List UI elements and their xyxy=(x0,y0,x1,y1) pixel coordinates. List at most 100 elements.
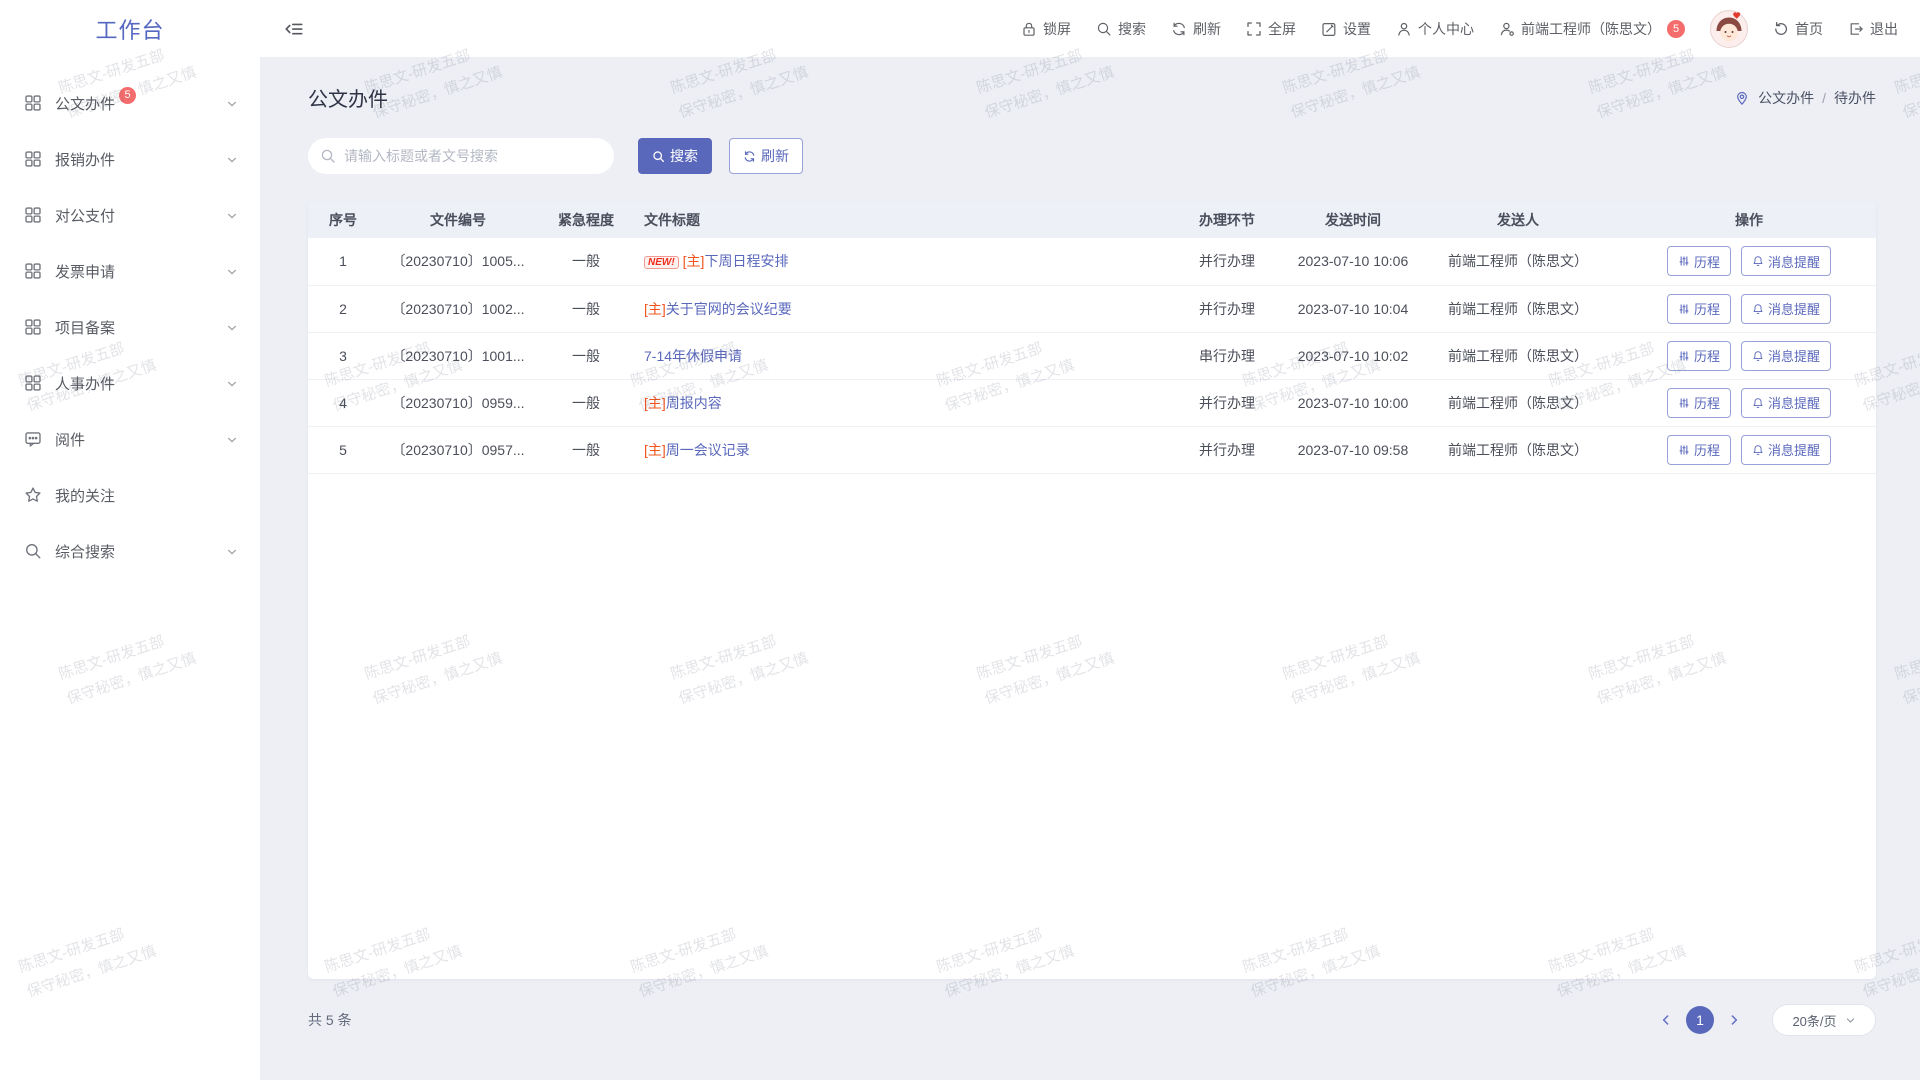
history-button[interactable]: 历程 xyxy=(1667,435,1731,465)
breadcrumb-root[interactable]: 公文办件 xyxy=(1758,88,1814,108)
refresh-button-label: 刷新 xyxy=(761,146,789,166)
col-sender: 发送人 xyxy=(1414,201,1622,238)
star-icon xyxy=(24,486,42,504)
pagination: 1 20条/页 xyxy=(1654,1004,1876,1036)
sidebar-item-zonghe-sousuo[interactable]: 综合搜索 xyxy=(0,523,260,579)
sidebar-item-xiangmu-beian[interactable]: 项目备案 xyxy=(0,299,260,355)
notify-button[interactable]: 消息提醒 xyxy=(1741,246,1831,276)
sidebar-item-yuejian[interactable]: 阅件 xyxy=(0,411,260,467)
history-button[interactable]: 历程 xyxy=(1667,388,1731,418)
document-title-link[interactable]: 周一会议记录 xyxy=(666,442,750,458)
sidebar-item-duigong-zhifu[interactable]: 对公支付 xyxy=(0,187,260,243)
sliders-icon xyxy=(1678,397,1690,409)
home-button[interactable]: 首页 xyxy=(1773,19,1823,39)
location-pin-icon xyxy=(1734,90,1750,106)
history-button[interactable]: 历程 xyxy=(1667,341,1731,371)
table-row: 2 〔20230710〕1002... 一般 [主]关于官网的会议纪要 并行办理… xyxy=(308,285,1876,332)
sidebar-item-wode-guanzhu[interactable]: 我的关注 xyxy=(0,467,260,523)
cell-step: 并行办理 xyxy=(1162,379,1292,426)
user-avatar[interactable] xyxy=(1710,10,1748,48)
cell-step: 串行办理 xyxy=(1162,332,1292,379)
cell-sender: 前端工程师（陈思文） xyxy=(1414,238,1622,285)
prev-page-button[interactable] xyxy=(1654,1006,1678,1034)
refresh-button[interactable]: 刷新 xyxy=(1171,19,1221,39)
grid-icon xyxy=(24,374,42,392)
document-title-link[interactable]: 7-14年休假申请 xyxy=(644,348,742,364)
col-urgency: 紧急程度 xyxy=(538,201,634,238)
document-title-link[interactable]: 下周日程安排 xyxy=(704,253,788,269)
chevron-down-icon xyxy=(226,153,238,165)
cell-step: 并行办理 xyxy=(1162,238,1292,285)
history-button[interactable]: 历程 xyxy=(1667,246,1731,276)
cell-sender: 前端工程师（陈思文） xyxy=(1414,332,1622,379)
topbar: 锁屏 搜索 刷新 全屏 设置 个人中心 前端工程师（陈思文） 5 xyxy=(260,0,1920,57)
page-size-select[interactable]: 20条/页 xyxy=(1772,1004,1876,1036)
page-number-button[interactable]: 1 xyxy=(1686,1006,1714,1034)
table-row: 4 〔20230710〕0959... 一般 [主]周报内容 并行办理 2023… xyxy=(308,379,1876,426)
notify-button[interactable]: 消息提醒 xyxy=(1741,435,1831,465)
notify-button[interactable]: 消息提醒 xyxy=(1741,341,1831,371)
total-count: 共 5 条 xyxy=(308,1010,352,1030)
fullscreen-icon xyxy=(1246,21,1262,37)
account-name: 前端工程师（陈思文） xyxy=(1521,19,1661,39)
settings-button[interactable]: 设置 xyxy=(1321,19,1371,39)
global-search-label: 搜索 xyxy=(1118,19,1146,39)
comment-icon xyxy=(24,430,42,448)
notify-button[interactable]: 消息提醒 xyxy=(1741,294,1831,324)
cell-actions: 历程 消息提醒 xyxy=(1622,379,1876,426)
sidebar-item-label: 人事办件 xyxy=(55,373,115,394)
profile-center-label: 个人中心 xyxy=(1418,19,1474,39)
sidebar-item-baoxiao-banjian[interactable]: 报销办件 xyxy=(0,131,260,187)
cell-actions: 历程 消息提醒 xyxy=(1622,285,1876,332)
sidebar-item-label: 对公支付 xyxy=(55,205,115,226)
sidebar-item-gongwen-banjian[interactable]: 公文办件 5 xyxy=(0,75,260,131)
document-table: 序号 文件编号 紧急程度 文件标题 办理环节 发送时间 发送人 操作 1 〔20… xyxy=(308,201,1876,474)
search-input[interactable] xyxy=(308,138,614,174)
sidebar-item-fapiao-shenqing[interactable]: 发票申请 xyxy=(0,243,260,299)
cell-doc-no: 〔20230710〕0959... xyxy=(378,379,538,426)
profile-center-button[interactable]: 个人中心 xyxy=(1396,19,1474,39)
sidebar-menu: 公文办件 5 报销办件 对公支付 发票申请 项目备案 人事办件 xyxy=(0,57,260,579)
cell-title: [主]周报内容 xyxy=(634,379,1162,426)
new-badge: NEW! xyxy=(644,256,679,269)
table-header-row: 序号 文件编号 紧急程度 文件标题 办理环节 发送时间 发送人 操作 xyxy=(308,201,1876,238)
fullscreen-button[interactable]: 全屏 xyxy=(1246,19,1296,39)
cell-sent-time: 2023-07-10 10:04 xyxy=(1292,285,1414,332)
cell-step: 并行办理 xyxy=(1162,285,1292,332)
bell-icon xyxy=(1752,303,1764,315)
lock-screen-button[interactable]: 锁屏 xyxy=(1021,19,1071,39)
cell-title: [主]关于官网的会议纪要 xyxy=(634,285,1162,332)
main-doc-tag: [主] xyxy=(644,442,666,458)
logout-button[interactable]: 退出 xyxy=(1848,19,1898,39)
sliders-icon xyxy=(1678,255,1690,267)
sidebar-item-renshi-banjian[interactable]: 人事办件 xyxy=(0,355,260,411)
refresh-list-button[interactable]: 刷新 xyxy=(729,138,803,174)
document-table-card: 序号 文件编号 紧急程度 文件标题 办理环节 发送时间 发送人 操作 1 〔20… xyxy=(308,201,1876,979)
table-row: 3 〔20230710〕1001... 一般 7-14年休假申请 串行办理 20… xyxy=(308,332,1876,379)
search-icon xyxy=(24,542,42,560)
account-menu[interactable]: 前端工程师（陈思文） 5 xyxy=(1499,19,1685,39)
sidebar-item-label: 阅件 xyxy=(55,429,85,450)
main-doc-tag: [主] xyxy=(683,253,705,269)
next-page-button[interactable] xyxy=(1722,1006,1746,1034)
cell-title: NEW! [主]下周日程安排 xyxy=(634,238,1162,285)
cell-no: 1 xyxy=(308,238,378,285)
cell-urgency: 一般 xyxy=(538,238,634,285)
chevron-down-icon xyxy=(226,433,238,445)
col-sent-time: 发送时间 xyxy=(1292,201,1414,238)
cell-urgency: 一般 xyxy=(538,379,634,426)
topbar-actions: 锁屏 搜索 刷新 全屏 设置 个人中心 前端工程师（陈思文） 5 xyxy=(1021,10,1898,48)
search-button[interactable]: 搜索 xyxy=(638,138,712,174)
fold-menu-icon[interactable] xyxy=(284,19,304,39)
cell-sender: 前端工程师（陈思文） xyxy=(1414,379,1622,426)
global-search-button[interactable]: 搜索 xyxy=(1096,19,1146,39)
back-home-icon xyxy=(1773,21,1789,37)
notify-button[interactable]: 消息提醒 xyxy=(1741,388,1831,418)
cell-actions: 历程 消息提醒 xyxy=(1622,426,1876,473)
sliders-icon xyxy=(1678,444,1690,456)
cell-actions: 历程 消息提醒 xyxy=(1622,238,1876,285)
document-title-link[interactable]: 关于官网的会议纪要 xyxy=(666,301,792,317)
history-button[interactable]: 历程 xyxy=(1667,294,1731,324)
col-actions: 操作 xyxy=(1622,201,1876,238)
document-title-link[interactable]: 周报内容 xyxy=(666,395,722,411)
